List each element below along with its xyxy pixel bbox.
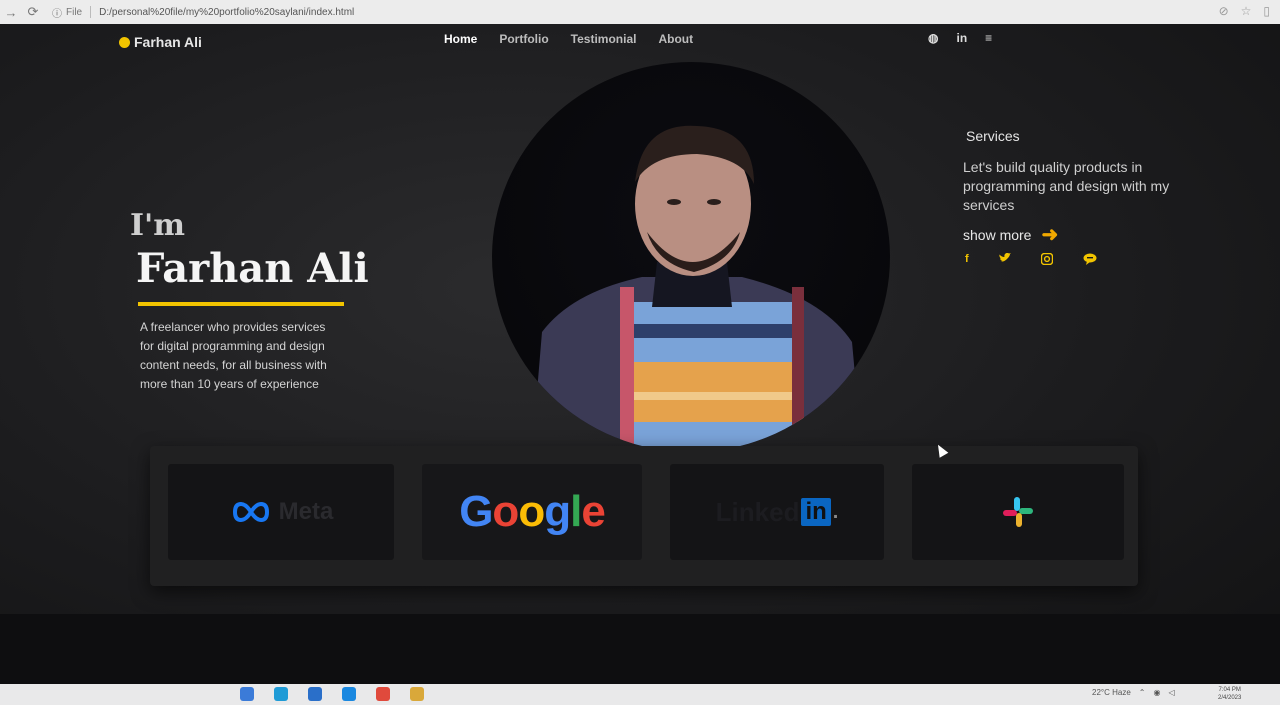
name-underline bbox=[138, 302, 344, 306]
app-icon[interactable] bbox=[308, 687, 322, 701]
linkedin-wordmark: Linked bbox=[715, 496, 800, 527]
google-logo: Google bbox=[459, 487, 606, 536]
app-icon[interactable] bbox=[274, 687, 288, 701]
linkedin-logo: Linked in . bbox=[716, 497, 839, 528]
linkedin-dot: . bbox=[832, 500, 839, 523]
linkedin-badge: in bbox=[801, 498, 831, 526]
hero-intro: I'm Farhan Ali A freelancer who provides… bbox=[130, 208, 369, 394]
weather-text[interactable]: 22°C Haze bbox=[1092, 688, 1131, 697]
split-icon[interactable]: ▯ bbox=[1263, 4, 1270, 18]
site-logo[interactable]: Farhan Ali bbox=[119, 34, 202, 50]
clock-time: 7:04 PM bbox=[1218, 687, 1241, 693]
network-icon[interactable]: ◉ bbox=[1153, 688, 1160, 697]
chevron-up-icon[interactable]: ⌃ bbox=[1139, 688, 1146, 697]
hero-name: Farhan Ali bbox=[136, 245, 369, 292]
menu-icon[interactable]: ≡ bbox=[985, 31, 992, 45]
chrome-icon[interactable] bbox=[410, 687, 424, 701]
footer-band bbox=[0, 614, 1280, 684]
system-tray: 22°C Haze ⌃ ◉ ◁ bbox=[1092, 688, 1175, 697]
google-logo-card: Google bbox=[422, 464, 642, 560]
meta-logo: Meta bbox=[229, 498, 334, 526]
meta-wordmark: Meta bbox=[278, 498, 334, 525]
profile-photo bbox=[492, 62, 890, 452]
vscode-icon[interactable] bbox=[342, 687, 356, 701]
star-icon[interactable]: ☆ bbox=[1241, 4, 1252, 18]
forward-icon[interactable]: → bbox=[0, 5, 22, 20]
chrome-icon[interactable] bbox=[376, 687, 390, 701]
show-more-label: show more bbox=[963, 227, 1032, 243]
services-title: Services bbox=[966, 128, 1020, 144]
logo-text: Farhan Ali bbox=[134, 34, 202, 50]
nav-home[interactable]: Home bbox=[444, 32, 477, 46]
clock-date: 2/4/2023 bbox=[1218, 695, 1242, 701]
instagram-icon[interactable] bbox=[1040, 252, 1053, 268]
volume-icon[interactable]: ◁ bbox=[1168, 688, 1174, 697]
meta-logo-card: Meta bbox=[168, 464, 394, 560]
hero-description: A freelancer who provides services for d… bbox=[140, 320, 327, 391]
separator bbox=[90, 6, 92, 18]
address-bar[interactable]: D:/personal%20file/my%20portfolio%20sayl… bbox=[99, 7, 354, 18]
taskbar: 22°C Haze ⌃ ◉ ◁ 7:04 PM 2/4/2023 bbox=[0, 684, 1280, 705]
app-icon[interactable] bbox=[240, 687, 254, 701]
show-more-link[interactable]: show more ➜ bbox=[963, 224, 1173, 246]
facebook-icon[interactable]: f bbox=[965, 253, 969, 268]
services-text: Let's build quality products in programm… bbox=[963, 159, 1170, 213]
dribbble-icon[interactable]: ◍ bbox=[928, 31, 938, 45]
meta-infinity-icon bbox=[232, 501, 269, 523]
slack-icon bbox=[1003, 497, 1033, 527]
portfolio-page: Farhan Ali Home Portfolio Testimonial Ab… bbox=[0, 24, 1280, 684]
intro-text: I'm bbox=[130, 208, 185, 243]
info-icon[interactable]: ⓘ bbox=[52, 5, 62, 20]
nav-testimonial[interactable]: Testimonial bbox=[571, 32, 637, 46]
slack-logo-card bbox=[912, 464, 1124, 560]
logo-dot-icon bbox=[119, 36, 130, 48]
browser-toolbar: → ⟳ ⓘ File D:/personal%20file/my%20portf… bbox=[0, 0, 1280, 24]
file-label: File bbox=[66, 6, 83, 18]
taskbar-apps bbox=[240, 687, 424, 701]
linkedin-logo-card: Linked in . bbox=[670, 464, 884, 560]
share-icon[interactable]: ⊘ bbox=[1219, 4, 1229, 18]
twitter-icon[interactable] bbox=[998, 252, 1011, 268]
services-panel: Services Let's build quality products in… bbox=[963, 128, 1173, 268]
linkedin-icon[interactable]: in bbox=[956, 31, 967, 45]
arrow-right-icon: ➜ bbox=[1041, 224, 1059, 246]
nav-about[interactable]: About bbox=[658, 32, 693, 46]
main-nav: Home Portfolio Testimonial About bbox=[444, 32, 693, 46]
clock[interactable]: 7:04 PM 2/4/2023 bbox=[1218, 686, 1241, 702]
header-icons: ◍ in ≡ bbox=[928, 31, 992, 45]
reload-icon[interactable]: ⟳ bbox=[22, 4, 44, 20]
nav-portfolio[interactable]: Portfolio bbox=[499, 32, 548, 46]
browser-actions: ⊘ ☆ ▯ bbox=[1219, 4, 1270, 18]
chat-icon[interactable] bbox=[1083, 253, 1097, 268]
social-links: f bbox=[965, 252, 1173, 268]
brand-logos-strip: Meta Google Linked in . bbox=[150, 446, 1138, 586]
portrait-illustration bbox=[532, 125, 862, 452]
